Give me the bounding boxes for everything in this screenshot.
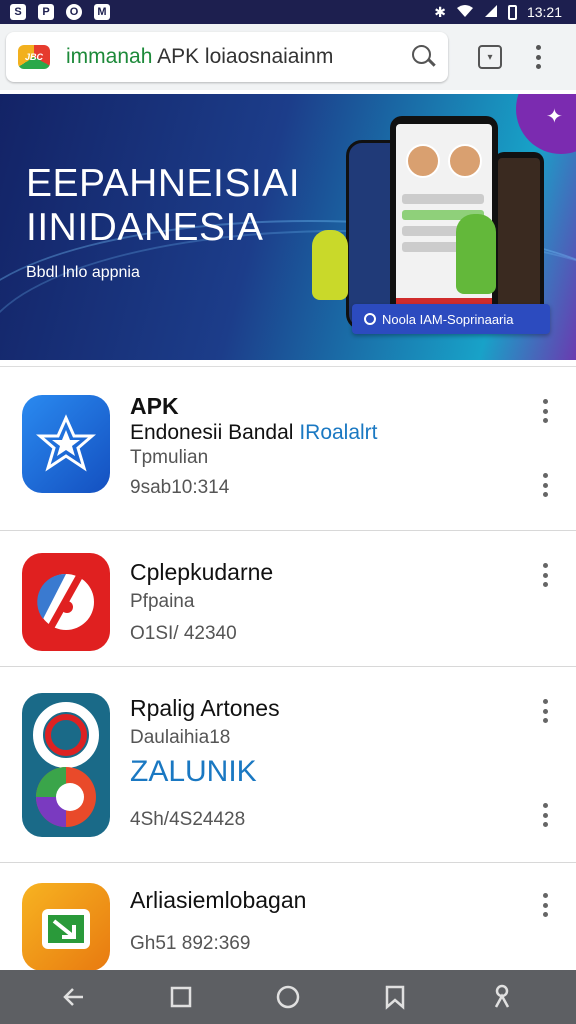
promo-banner[interactable]: ✦ EEPAHNEISIAI IINIDANESIA Bbdl lnlo app…: [0, 94, 576, 360]
item-menu-icon[interactable]: [543, 803, 549, 827]
wifi-icon: [456, 4, 474, 21]
app-highlight: ZALUNIK: [130, 755, 257, 788]
app-list: APK Endonesii Bandal IRoalalrt Tpmulian …: [0, 366, 576, 971]
overflow-menu-icon[interactable]: [536, 45, 542, 69]
search-icon: [364, 313, 376, 325]
home-circle-icon[interactable]: [273, 982, 303, 1012]
item-menu-icon[interactable]: [543, 699, 549, 723]
app-category: Tpmulian: [130, 447, 209, 468]
mascot-illustration: [312, 230, 348, 300]
app-name: Cplepkudarne: [130, 559, 274, 585]
address-bar[interactable]: JBC immanah APK loiaosnaiainm: [6, 32, 448, 82]
app-size: O1SI/ 42340: [130, 623, 237, 644]
list-item[interactable]: Cplepkudarne Pfpaina O1SI/ 42340: [0, 531, 576, 667]
notification-icon: M: [94, 4, 110, 20]
status-icons: ✱ 13:21: [434, 4, 562, 21]
app-name: Arliasiemlobagan: [130, 887, 307, 913]
banner-subtitle: Bbdl lnlo appnia: [26, 264, 140, 281]
app-category: Pfpaina: [130, 591, 195, 612]
item-menu-icon[interactable]: [543, 893, 549, 917]
star-badge-icon: [22, 395, 110, 493]
list-item[interactable]: Rpalig Artones Daulaihia18 ZALUNIK 4Sh/4…: [0, 667, 576, 863]
bookmark-icon[interactable]: [380, 982, 410, 1012]
app-name: Rpalig Artones: [130, 695, 280, 721]
speed-icon: [22, 553, 110, 651]
android-mascot-illustration: [456, 214, 496, 294]
system-nav-bar: [0, 970, 576, 1024]
banner-title: EEPAHNEISIAI IINIDANESIA: [26, 162, 301, 249]
list-item[interactable]: APK Endonesii Bandal IRoalalrt Tpmulian …: [0, 367, 576, 531]
item-menu-icon[interactable]: [543, 399, 549, 423]
site-logo-icon: JBC: [16, 39, 52, 75]
app-size: Gh51 892:369: [130, 933, 251, 954]
corner-badge-icon: ✦: [516, 94, 576, 154]
url-text[interactable]: immanah APK loiaosnaiainm: [66, 45, 410, 69]
url-path: APK loiaosnaiainm: [157, 45, 334, 68]
item-menu-icon[interactable]: [543, 473, 549, 497]
status-bar: S P O M ✱ 13:21: [0, 0, 576, 24]
square-icon[interactable]: [166, 982, 196, 1012]
item-menu-icon[interactable]: [543, 563, 549, 587]
tabs-button[interactable]: ▾: [478, 45, 502, 69]
app-size: 9sab10:314: [130, 477, 230, 498]
download-icon: [22, 883, 110, 971]
list-item[interactable]: Arliasiemlobagan Gh51 892:369: [0, 863, 576, 971]
phone-illustration: [494, 152, 544, 322]
browser-toolbar: JBC immanah APK loiaosnaiainm ▾: [0, 24, 576, 90]
battery-icon: [507, 4, 517, 20]
url-host: immanah: [66, 45, 153, 68]
notification-icon: P: [38, 4, 54, 20]
app-name: APK: [130, 393, 179, 419]
app-size: 4Sh/4S24428: [130, 809, 246, 830]
app-subtitle: Endonesii Bandal IRoalalrt: [130, 421, 378, 444]
notification-icons: S P O M: [10, 4, 110, 20]
back-arrow-icon[interactable]: [59, 982, 89, 1012]
banner-search-button[interactable]: Noola IAM-Soprinaaria: [352, 304, 550, 334]
notification-icon: O: [66, 4, 82, 20]
app-category: Daulaihia18: [130, 727, 231, 748]
search-icon[interactable]: [410, 43, 438, 71]
signal-icon: [484, 4, 498, 21]
rings-icon: [22, 693, 110, 837]
notification-icon: S: [10, 4, 26, 20]
bluetooth-icon: ✱: [434, 3, 446, 20]
clock: 13:21: [526, 4, 562, 20]
person-icon[interactable]: [487, 982, 517, 1012]
